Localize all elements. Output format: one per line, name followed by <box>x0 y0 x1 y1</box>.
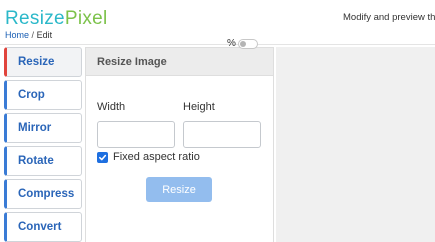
tab-compress-label: Compress <box>18 188 75 200</box>
width-input[interactable] <box>97 121 175 148</box>
tab-compress[interactable]: Compress <box>4 179 82 209</box>
panel-title: Resize Image <box>86 48 273 76</box>
tab-rotate[interactable]: Rotate <box>4 146 82 176</box>
tab-mirror[interactable]: Mirror <box>4 113 82 143</box>
tab-convert-label: Convert <box>18 221 62 233</box>
toggle-knob <box>239 40 246 47</box>
page: ResizePixel Modify and preview th Home /… <box>0 0 435 242</box>
header-divider <box>0 44 435 45</box>
aspect-ratio-option: Fixed aspect ratio <box>97 151 200 163</box>
percent-label: % <box>227 38 236 49</box>
percent-toggle[interactable] <box>237 38 258 49</box>
tab-resize-label: Resize <box>18 56 55 68</box>
height-label: Height <box>183 101 215 113</box>
tab-convert[interactable]: Convert <box>4 212 82 242</box>
logo[interactable]: ResizePixel <box>5 8 108 30</box>
tab-crop-label: Crop <box>18 89 45 101</box>
breadcrumb: Home / Edit <box>5 30 52 40</box>
resize-button[interactable]: Resize <box>146 177 212 202</box>
logo-part-pixel: Pixel <box>64 8 108 29</box>
logo-part-resize: Resize <box>5 8 65 29</box>
tagline: Modify and preview th <box>343 12 435 23</box>
aspect-ratio-checkbox[interactable] <box>97 151 108 163</box>
tab-crop[interactable]: Crop <box>4 80 82 110</box>
breadcrumb-separator: / <box>31 30 35 40</box>
aspect-ratio-label: Fixed aspect ratio <box>113 151 200 163</box>
checkmark-icon <box>99 154 107 160</box>
tab-rotate-label: Rotate <box>18 155 54 167</box>
tab-mirror-label: Mirror <box>18 122 52 134</box>
preview-area <box>276 47 435 242</box>
breadcrumb-home-link[interactable]: Home <box>5 30 29 40</box>
height-input[interactable] <box>183 121 261 148</box>
width-label: Width <box>97 101 126 113</box>
breadcrumb-current: Edit <box>36 30 53 40</box>
percent-toggle-row: % <box>227 38 258 49</box>
tool-sidebar: Resize Crop Mirror Rotate Compress Conve… <box>4 47 82 242</box>
tab-resize[interactable]: Resize <box>4 47 82 77</box>
